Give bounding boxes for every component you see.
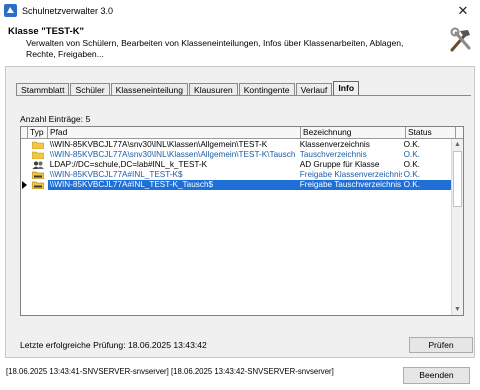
row-bezeichnung: Freigabe Tauschverzeichnis	[299, 180, 402, 189]
current-row-pointer-icon	[22, 181, 27, 189]
info-table[interactable]: Typ Pfad Bezeichnung Status \\WIN-85KVBC…	[20, 126, 464, 316]
column-header-bezeichnung[interactable]: Bezeichnung	[301, 127, 406, 139]
tab-divider	[16, 95, 471, 96]
row-indicator	[21, 150, 28, 160]
row-pfad: \\WIN-85KVBCJL77A\snv30\INL\Klassen\Allg…	[49, 140, 268, 149]
row-status: O.K.	[403, 160, 420, 169]
row-pfad: \\WIN-85KVBCJL77A#INL_TEST-K_Tausch$	[49, 180, 214, 189]
tab-info[interactable]: Info	[333, 81, 360, 96]
page-header: Klasse "TEST-K" Verwalten von Schülern, …	[0, 22, 480, 66]
row-bezeichnung: AD Gruppe für Klasse	[299, 160, 380, 169]
row-status: O.K.	[403, 140, 420, 149]
row-status: O.K.	[403, 180, 420, 189]
table-row-selected[interactable]: \\WIN-85KVBCJL77A#INL_TEST-K_Tausch$ Fre…	[21, 180, 451, 190]
title-bar: Schulnetzverwalter 3.0 ✕	[0, 0, 480, 22]
table-row[interactable]: \\WIN-85KVBCJL77A\snv30\INL\Klassen\Allg…	[21, 140, 451, 150]
folder-icon	[31, 151, 44, 159]
table-header: Typ Pfad Bezeichnung Status	[21, 127, 463, 139]
row-type-cell	[28, 150, 48, 160]
column-header-typ[interactable]: Typ	[28, 127, 48, 139]
row-type-cell	[28, 140, 48, 150]
row-pfad: \\WIN-85KVBCJL77A#INL_TEST-K$	[49, 170, 183, 179]
scroll-thumb[interactable]	[453, 151, 462, 207]
row-bezeichnung: Tauschverzeichnis	[299, 150, 367, 159]
table-row[interactable]: \\WIN-85KVBCJL77A\snv30\INL\Klassen\Allg…	[21, 150, 451, 160]
shared-folder-icon	[31, 171, 44, 179]
row-bezeichnung: Freigabe Klassenverzeichnis	[299, 170, 402, 179]
header-filler	[456, 127, 463, 139]
entry-count: Anzahl Einträge: 5	[20, 114, 91, 124]
page-description: Verwalten von Schülern, Bearbeiten von K…	[26, 38, 404, 59]
close-window-button[interactable]: ✕	[446, 0, 480, 22]
status-log: [18.06.2025 13:43:41-SNVSERVER-snvserver…	[6, 367, 334, 376]
beenden-button[interactable]: Beenden	[403, 367, 470, 384]
column-header-pfad[interactable]: Pfad	[48, 127, 301, 139]
scroll-up-icon[interactable]: ▲	[452, 139, 463, 150]
table-row[interactable]: LDAP://DC=schule,DC=lab#INL_k_TEST-K AD …	[21, 160, 451, 170]
row-type-cell	[27, 180, 48, 190]
row-indicator	[21, 180, 28, 190]
tab-strip: Stammblatt Schüler Klasseneinteilung Kla…	[16, 81, 360, 96]
main-panel: Stammblatt Schüler Klasseneinteilung Kla…	[5, 66, 475, 358]
group-icon	[32, 161, 44, 169]
row-indicator	[21, 140, 28, 150]
row-status: O.K.	[403, 170, 420, 179]
last-check-label: Letzte erfolgreiche Prüfung: 18.06.2025 …	[20, 340, 207, 350]
row-type-cell	[28, 170, 48, 180]
folder-icon	[31, 141, 44, 149]
row-pfad: \\WIN-85KVBCJL77A\snv30\INL\Klassen\Allg…	[49, 150, 296, 159]
column-header-status[interactable]: Status	[406, 127, 456, 139]
vertical-scrollbar[interactable]: ▲ ▼	[451, 139, 463, 315]
row-indicator	[21, 160, 28, 170]
row-status: O.K.	[403, 150, 420, 159]
app-icon	[4, 4, 17, 17]
window-title: Schulnetzverwalter 3.0	[22, 6, 114, 16]
table-row[interactable]: \\WIN-85KVBCJL77A#INL_TEST-K$ Freigabe K…	[21, 170, 451, 180]
scroll-down-icon[interactable]: ▼	[452, 304, 463, 315]
row-type-cell	[28, 160, 48, 170]
row-indicator	[21, 170, 28, 180]
row-bezeichnung: Klassenverzeichnis	[299, 140, 370, 149]
shared-folder-icon	[31, 181, 44, 189]
pruefen-button[interactable]: Prüfen	[409, 337, 473, 353]
page-title: Klasse "TEST-K"	[8, 26, 85, 37]
hammer-wrench-icon	[450, 27, 471, 52]
row-pfad: LDAP://DC=schule,DC=lab#INL_k_TEST-K	[49, 160, 208, 169]
indicator-column-header	[21, 127, 28, 139]
